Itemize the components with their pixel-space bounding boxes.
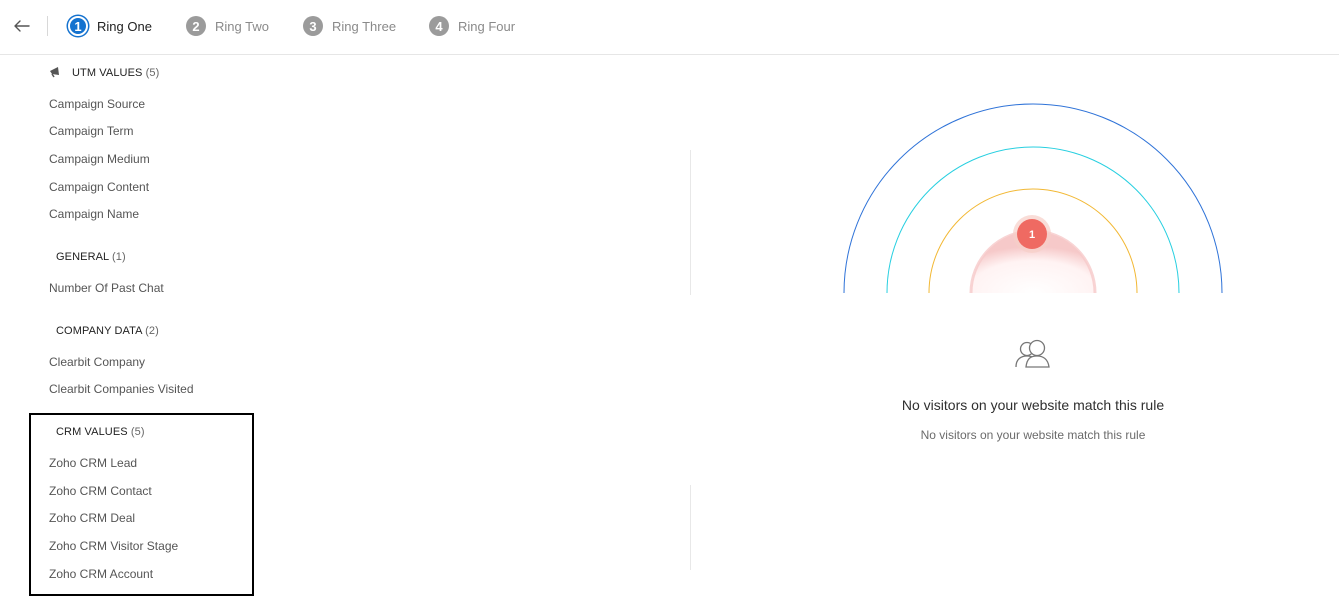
list-item[interactable]: Campaign Term bbox=[49, 124, 133, 138]
step-label: Ring One bbox=[97, 18, 152, 34]
step-ring-four[interactable]: 4 Ring Four bbox=[429, 14, 515, 38]
section-count: (5) bbox=[145, 67, 160, 79]
empty-state-subtitle: No visitors on your website match this r… bbox=[920, 428, 1146, 442]
list-item[interactable]: Zoho CRM Visitor Stage bbox=[49, 539, 178, 553]
top-bar: 1 Ring One 2 Ring Two 3 Ring Three 4 Rin… bbox=[0, 0, 1339, 55]
list-item[interactable]: Campaign Content bbox=[49, 180, 149, 194]
panel-divider bbox=[690, 485, 691, 570]
rings-visual: 1 bbox=[843, 103, 1223, 294]
section-title: UTM VALUES bbox=[72, 67, 143, 79]
list-item[interactable]: Clearbit Companies Visited bbox=[49, 382, 194, 396]
list-item[interactable]: Zoho CRM Lead bbox=[49, 456, 137, 470]
visitor-marker-count: 1 bbox=[1029, 229, 1035, 241]
arrow-left-icon bbox=[14, 20, 30, 32]
list-item[interactable]: Zoho CRM Account bbox=[49, 567, 153, 581]
list-item[interactable]: Zoho CRM Deal bbox=[49, 511, 135, 525]
section-count: (1) bbox=[112, 251, 126, 263]
step-ring-three[interactable]: 3 Ring Three bbox=[303, 14, 396, 38]
step-number: 1 bbox=[68, 16, 88, 36]
section-header-crm: CRM VALUES (5) bbox=[56, 426, 145, 438]
panel-divider bbox=[690, 150, 691, 295]
list-item[interactable]: Campaign Medium bbox=[49, 152, 150, 166]
step-label: Ring Three bbox=[332, 18, 397, 34]
step-number: 4 bbox=[429, 16, 449, 36]
section-title: CRM VALUES bbox=[56, 426, 128, 438]
step-label: Ring Two bbox=[215, 18, 269, 34]
list-item[interactable]: Campaign Name bbox=[49, 207, 139, 221]
list-item[interactable]: Zoho CRM Contact bbox=[49, 484, 152, 498]
back-button[interactable] bbox=[10, 14, 34, 38]
section-count: (5) bbox=[130, 426, 145, 438]
step-number: 3 bbox=[303, 16, 323, 36]
topbar-divider bbox=[47, 16, 48, 36]
section-header-utm: UTM VALUES (5) bbox=[72, 67, 159, 79]
section-title: COMPANY DATA bbox=[56, 325, 142, 337]
empty-state-title: No visitors on your website match this r… bbox=[901, 397, 1165, 413]
step-number: 2 bbox=[186, 16, 206, 36]
megaphone-icon bbox=[50, 67, 59, 78]
step-label: Ring Four bbox=[458, 18, 516, 34]
step-ring-one[interactable]: 1 Ring One bbox=[68, 14, 152, 38]
section-title: GENERAL bbox=[56, 251, 109, 263]
section-header-company: COMPANY DATA (2) bbox=[56, 325, 159, 337]
section-header-general: GENERAL (1) bbox=[56, 251, 126, 263]
list-item[interactable]: Number Of Past Chat bbox=[49, 281, 164, 295]
list-item[interactable]: Clearbit Company bbox=[49, 355, 145, 369]
list-item[interactable]: Campaign Source bbox=[49, 97, 145, 111]
section-count: (2) bbox=[145, 325, 159, 337]
users-icon bbox=[1015, 339, 1050, 368]
step-ring-two[interactable]: 2 Ring Two bbox=[186, 14, 269, 38]
